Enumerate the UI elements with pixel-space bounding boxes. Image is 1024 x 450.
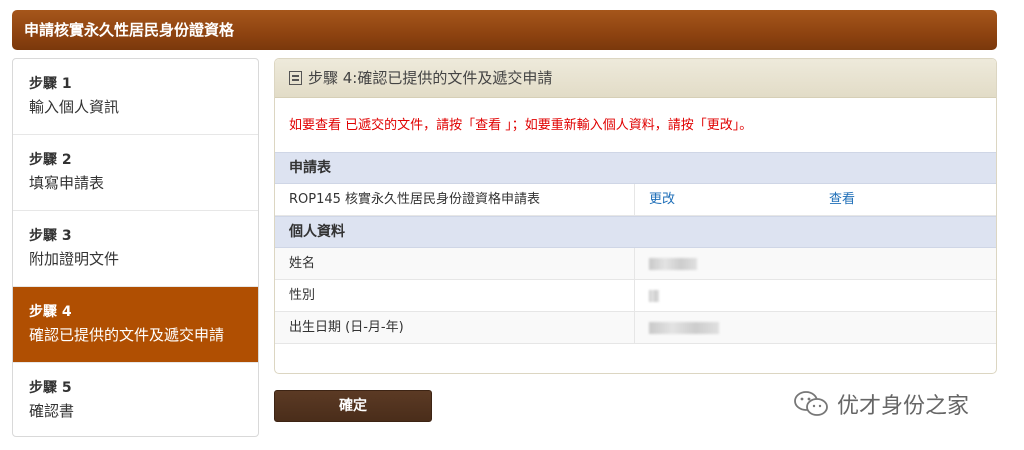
redacted-value <box>649 258 697 270</box>
sidebar-step-1[interactable]: 步驟 1 輸入個人資訊 <box>13 59 258 135</box>
edit-link[interactable]: 更改 <box>649 192 675 207</box>
step-number: 步驟 4 <box>29 304 72 320</box>
document-icon <box>289 71 302 85</box>
sidebar-step-5[interactable]: 步驟 5 確認書 <box>13 363 258 436</box>
table-row: ROP145 核實永久性居民身份證資格申請表 更改 查看 <box>275 184 996 216</box>
form-section-heading: 申請表 <box>275 152 996 184</box>
banner-title: 申請核實永久性居民身份證資格 <box>24 21 235 39</box>
panel-header: 步驟 4:確認已提供的文件及遞交申請 <box>275 59 996 98</box>
view-link[interactable]: 查看 <box>829 192 855 207</box>
personal-section-heading: 個人資料 <box>275 216 996 248</box>
step-label: 附加證明文件 <box>29 250 120 268</box>
page-banner: 申請核實永久性居民身份證資格 <box>12 10 997 50</box>
step-number: 步驟 5 <box>29 380 72 396</box>
redacted-value <box>649 290 659 302</box>
step-number: 步驟 1 <box>29 76 72 92</box>
redacted-value <box>649 322 719 334</box>
field-label: 姓名 <box>275 248 635 279</box>
step-label: 確認已提供的文件及遞交申請 <box>29 326 225 344</box>
step-label: 輸入個人資訊 <box>29 98 120 116</box>
instruction-notice: 如要查看 已遞交的文件，請按「查看 」；如要重新輸入個人資料，請按「更改」。 <box>289 118 753 133</box>
form-name: ROP145 核實永久性居民身份證資格申請表 <box>275 184 635 215</box>
table-row: 姓名 <box>275 248 996 280</box>
sidebar-step-3[interactable]: 步驟 3 附加證明文件 <box>13 211 258 287</box>
step-label: 確認書 <box>29 402 75 420</box>
step-label: 填寫申請表 <box>29 174 105 192</box>
wechat-icon <box>793 390 829 418</box>
confirmation-panel: 步驟 4:確認已提供的文件及遞交申請 如要查看 已遞交的文件，請按「查看 」；如… <box>274 58 997 374</box>
panel-title: 步驟 4:確認已提供的文件及遞交申請 <box>308 68 553 87</box>
table-row: 出生日期 (日-月-年) <box>275 312 996 344</box>
step-number: 步驟 2 <box>29 152 72 168</box>
step-number: 步驟 3 <box>29 228 72 244</box>
watermark-text: 优才身份之家 <box>837 394 970 419</box>
table-row: 性別 <box>275 280 996 312</box>
confirm-button[interactable]: 確定 <box>274 390 432 422</box>
sidebar-step-4[interactable]: 步驟 4 確認已提供的文件及遞交申請 <box>13 287 258 363</box>
field-label: 性別 <box>275 280 635 311</box>
field-label: 出生日期 (日-月-年) <box>275 312 635 343</box>
watermark: 优才身份之家 <box>793 388 969 420</box>
steps-sidebar: 步驟 1 輸入個人資訊 步驟 2 填寫申請表 步驟 3 附加證明文件 步驟 4 … <box>12 58 259 437</box>
sidebar-step-2[interactable]: 步驟 2 填寫申請表 <box>13 135 258 211</box>
